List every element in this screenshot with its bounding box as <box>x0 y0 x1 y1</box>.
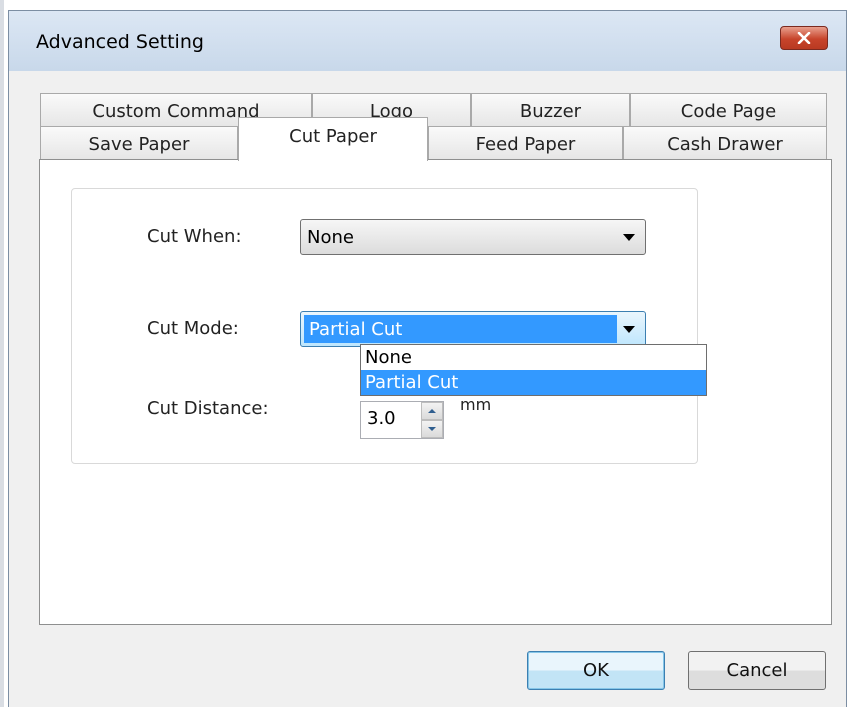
cut-when-select[interactable]: None <box>300 219 646 255</box>
close-icon <box>797 32 811 44</box>
spin-up-button[interactable] <box>421 402 443 420</box>
advanced-setting-dialog: Advanced Setting Custom Command Logo Buz… <box>8 10 847 707</box>
cut-settings-group: Cut When: None Cut Mode: Partial Cut Cut… <box>71 188 707 464</box>
cut-mode-value: Partial Cut <box>309 318 403 340</box>
tab-cash-drawer[interactable]: Cash Drawer <box>623 126 827 161</box>
spin-down-button[interactable] <box>421 420 443 438</box>
cut-distance-spinner[interactable]: 3.0 <box>360 401 444 439</box>
cut-when-label: Cut When: <box>147 226 242 247</box>
arrow-down-icon <box>428 427 436 431</box>
cancel-button[interactable]: Cancel <box>688 651 826 690</box>
tab-cut-paper[interactable]: Cut Paper <box>238 117 428 161</box>
cut-distance-label: Cut Distance: <box>147 398 269 419</box>
window-title: Advanced Setting <box>36 31 204 53</box>
cut-mode-dropdown-list: None Partial Cut <box>360 344 707 396</box>
spinner-buttons <box>421 402 443 438</box>
cut-mode-label: Cut Mode: <box>147 318 239 339</box>
chevron-down-icon <box>623 326 635 333</box>
cut-distance-unit: mm <box>460 395 492 414</box>
cut-paper-panel: Cut When: None Cut Mode: Partial Cut Cut… <box>39 159 832 625</box>
tab-feed-paper[interactable]: Feed Paper <box>428 126 623 161</box>
chevron-down-icon <box>623 234 635 241</box>
ok-button[interactable]: OK <box>527 651 665 690</box>
dropdown-option-none[interactable]: None <box>361 345 706 370</box>
cut-when-value: None <box>307 226 354 248</box>
title-bar: Advanced Setting <box>9 11 846 71</box>
close-button[interactable] <box>780 26 828 50</box>
screen-edge <box>0 0 4 707</box>
tab-save-paper[interactable]: Save Paper <box>40 126 238 161</box>
dialog-body: Custom Command Logo Buzzer Code Page Sav… <box>9 71 846 707</box>
cut-mode-select[interactable]: Partial Cut <box>300 311 646 347</box>
dropdown-option-partial-cut[interactable]: Partial Cut <box>361 370 706 395</box>
cut-distance-value: 3.0 <box>367 408 396 429</box>
tab-code-page[interactable]: Code Page <box>630 93 827 128</box>
arrow-up-icon <box>428 409 436 413</box>
tab-buzzer[interactable]: Buzzer <box>471 93 630 128</box>
